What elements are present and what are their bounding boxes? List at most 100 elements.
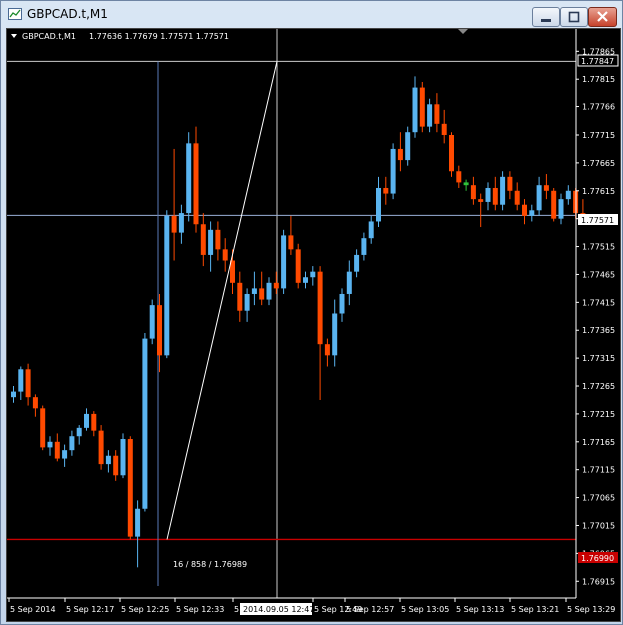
price-chart[interactable]: GBPCAD.t,M1 1.77636 1.77679 1.77571 1.77…	[6, 28, 621, 622]
close-button[interactable]	[588, 7, 617, 27]
candle	[120, 433, 126, 479]
candle	[485, 182, 491, 211]
chart-window-icon	[8, 8, 22, 20]
candle	[54, 433, 60, 462]
candle	[32, 394, 38, 417]
candle	[565, 185, 571, 205]
price-tick-label: 1.77665	[582, 159, 615, 168]
price-tick-label: 1.77065	[582, 494, 615, 503]
price-tick-label: 1.77465	[582, 270, 615, 279]
candle	[11, 386, 16, 403]
time-tick-label: 5 Sep 12:33	[176, 605, 224, 614]
candle	[113, 450, 119, 481]
price-tick-label: 1.77365	[582, 326, 615, 335]
candle	[324, 338, 330, 367]
candle	[434, 93, 440, 133]
candle	[84, 408, 89, 431]
minimize-icon	[541, 19, 551, 22]
candle	[449, 132, 454, 177]
candle	[397, 132, 403, 172]
candle	[317, 266, 323, 400]
candle	[288, 215, 294, 255]
candle	[507, 171, 513, 200]
candle	[346, 260, 352, 306]
candle	[427, 98, 433, 133]
price-tick-label: 1.77415	[582, 298, 615, 307]
price-tick-label: 1.77015	[582, 521, 615, 530]
candle	[405, 126, 411, 166]
candle	[149, 299, 155, 345]
price-tick-label: 1.77265	[582, 382, 615, 391]
candle	[354, 249, 360, 278]
candle	[76, 425, 82, 445]
candle	[69, 430, 75, 456]
candle	[222, 238, 228, 272]
candle	[171, 148, 177, 261]
trend-line[interactable]	[166, 61, 278, 540]
candle	[551, 187, 557, 222]
candle	[478, 193, 484, 228]
price-tick-label: 1.77315	[582, 354, 615, 363]
candle	[40, 405, 46, 451]
collapse-arrow-icon[interactable]	[11, 34, 17, 38]
candle	[558, 193, 564, 225]
candle	[142, 333, 148, 512]
minimize-button[interactable]	[532, 7, 560, 27]
close-icon	[597, 11, 608, 22]
candle	[237, 271, 243, 322]
candle	[164, 210, 170, 359]
time-tick-label: 5 Sep 13:13	[456, 605, 504, 614]
crosshair-info: 16 / 858 / 1.76989	[173, 560, 247, 569]
candle	[368, 215, 374, 244]
candle	[456, 165, 462, 188]
candle	[259, 271, 265, 306]
candle	[419, 81, 425, 133]
window-title: GBPCAD.t,M1	[27, 7, 108, 21]
candle	[105, 450, 111, 473]
candle	[178, 204, 184, 244]
maximize-icon	[568, 11, 580, 23]
title-bar[interactable]: GBPCAD.t,M1	[1, 1, 622, 27]
candle	[47, 436, 53, 456]
price-tick-label: 1.77766	[582, 103, 615, 112]
time-tick-label: 5 Sep 13:21	[511, 605, 559, 614]
candle	[529, 204, 535, 222]
price-tick-label: 1.76915	[582, 577, 615, 586]
price-tick-label: 1.77165	[582, 438, 615, 447]
candle	[303, 271, 308, 289]
time-tick-label: 5 Sep 2014	[10, 605, 56, 614]
time-tick-label: 5 Sep 13:05	[401, 605, 449, 614]
candle	[514, 182, 520, 211]
candle	[135, 500, 141, 568]
candle	[200, 213, 206, 267]
candle	[463, 179, 469, 191]
candle	[339, 288, 345, 322]
candle	[186, 132, 192, 222]
candle	[500, 171, 506, 211]
chart-shift-marker-icon[interactable]	[458, 29, 468, 34]
candle	[244, 288, 250, 322]
candle	[251, 271, 257, 306]
crosshair-time-label: 2014.09.05 12:47	[243, 605, 314, 614]
maximize-button[interactable]	[560, 7, 588, 27]
price-tick-label: 1.77715	[582, 131, 615, 140]
candle	[91, 411, 97, 437]
candle	[522, 199, 527, 225]
candle	[127, 436, 133, 540]
candle	[390, 143, 396, 200]
time-tick-label: 5 Sep 12:25	[121, 605, 169, 614]
time-tick-label: 5 Sep 12:57	[346, 605, 394, 614]
low-price-label: 1.76990	[581, 554, 614, 563]
price-tick-label: 1.77215	[582, 410, 615, 419]
candle	[25, 363, 31, 406]
terminal-window: GBPCAD.t,M1 GBPCAD.t,M1 1.77636 1.77679 …	[0, 0, 623, 625]
candle	[98, 425, 104, 470]
price-tick-label: 1.77515	[582, 243, 615, 252]
candle	[208, 221, 214, 272]
price-tick-label: 1.77615	[582, 187, 615, 196]
current-price-label: 1.77571	[581, 216, 614, 225]
candle	[492, 176, 498, 211]
candle	[281, 229, 287, 294]
time-tick-label: 5 Sep 12:17	[66, 605, 114, 614]
candlestick-chart[interactable]: GBPCAD.t,M1 1.77636 1.77679 1.77571 1.77…	[7, 29, 620, 621]
